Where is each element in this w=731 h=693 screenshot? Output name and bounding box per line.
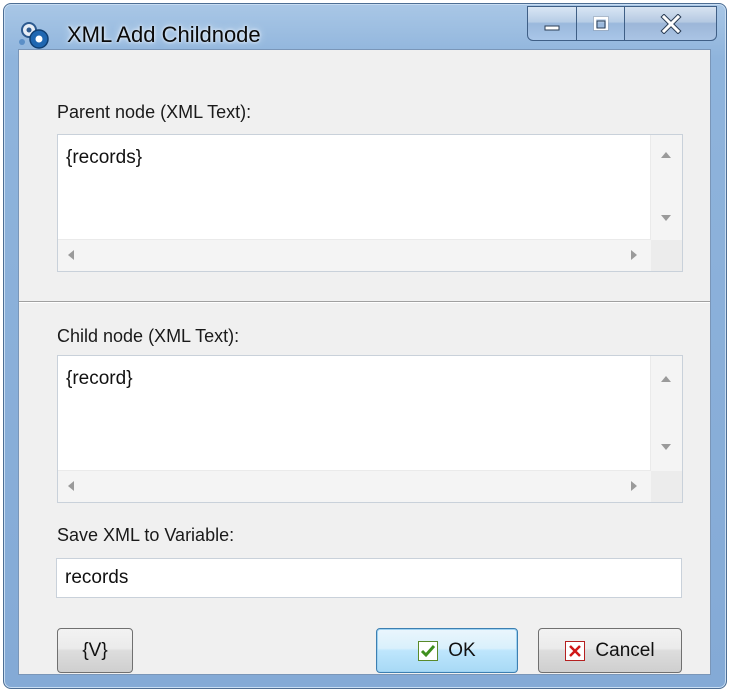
save-variable-label: Save XML to Variable: [57, 525, 235, 545]
maximize-button[interactable] [577, 6, 625, 41]
parent-horizontal-scrollbar[interactable] [58, 239, 651, 271]
child-node-text[interactable]: {record} [66, 368, 133, 390]
child-node-memo[interactable]: {record} [57, 355, 683, 503]
scroll-right-icon[interactable] [631, 481, 637, 491]
parent-vertical-scrollbar[interactable] [650, 135, 682, 240]
scroll-corner [651, 471, 682, 502]
ok-button[interactable]: OK [376, 628, 518, 673]
minimize-icon [544, 25, 560, 30]
scroll-up-icon[interactable] [661, 376, 671, 382]
checkmark-icon [418, 640, 439, 661]
parent-node-label: Parent node (XML Text): [57, 102, 252, 122]
caption-buttons [527, 6, 717, 42]
minimize-button[interactable] [527, 6, 577, 41]
scroll-down-icon[interactable] [661, 444, 671, 450]
scroll-left-icon[interactable] [68, 250, 74, 260]
maximize-icon [593, 16, 608, 30]
variables-button[interactable]: {V} [57, 628, 133, 673]
dialog-window: XML Add Childnode Parent node (XML Text)… [3, 3, 727, 689]
scroll-left-icon[interactable] [68, 481, 74, 491]
close-icon [659, 13, 682, 34]
save-variable-input[interactable]: records [56, 558, 682, 598]
section-divider [19, 301, 710, 303]
gears-icon [19, 22, 49, 49]
child-vertical-scrollbar[interactable] [650, 356, 682, 471]
scroll-down-icon[interactable] [661, 215, 671, 221]
dialog-client: Parent node (XML Text): {records} Child … [18, 49, 711, 675]
cancel-button[interactable]: Cancel [538, 628, 682, 673]
parent-node-text[interactable]: {records} [66, 147, 142, 169]
ok-button-label: OK [448, 639, 476, 661]
scroll-right-icon[interactable] [631, 250, 637, 260]
child-node-label: Child node (XML Text): [57, 326, 240, 346]
cancel-button-label: Cancel [595, 639, 655, 661]
x-mark-icon [565, 640, 586, 661]
close-button[interactable] [625, 6, 717, 41]
child-horizontal-scrollbar[interactable] [58, 470, 651, 502]
parent-node-memo[interactable]: {records} [57, 134, 683, 272]
scroll-corner [651, 240, 682, 271]
scroll-up-icon[interactable] [661, 152, 671, 158]
window-title: XML Add Childnode [67, 22, 261, 47]
